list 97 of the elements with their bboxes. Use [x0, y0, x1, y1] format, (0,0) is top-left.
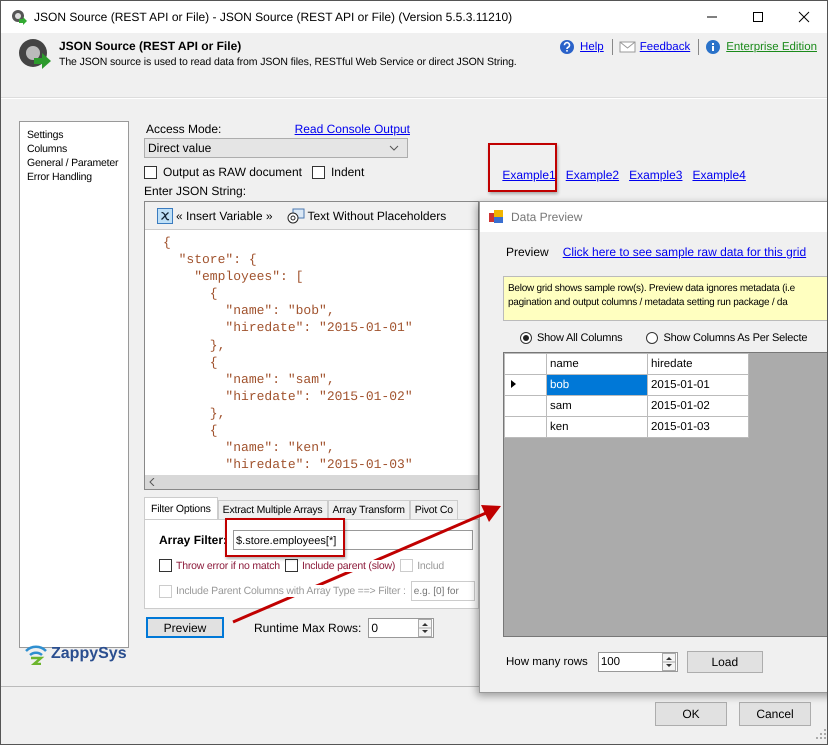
json-editor[interactable] [144, 201, 479, 490]
scroll-left-icon [149, 478, 155, 486]
close-icon[interactable] [798, 11, 810, 23]
radio-button[interactable] [520, 332, 532, 344]
checkbox-label: Includ [417, 560, 444, 572]
link[interactable]: Feedback [640, 41, 690, 53]
logo-text: ZappySys [51, 645, 127, 663]
column-header[interactable]: name [546, 354, 648, 374]
row-header-cell[interactable] [504, 416, 546, 438]
load-button[interactable]: Load [686, 651, 763, 673]
radio-button[interactable] [646, 332, 658, 344]
max-rows-field[interactable]: 0 [368, 618, 434, 638]
sidebar-item[interactable]: Error Handling [27, 170, 128, 184]
variable-icon [157, 208, 173, 224]
raw-data-link[interactable]: Click here to see sample raw data for this grid [562, 245, 806, 259]
sidebar-item[interactable]: General / Parameter [27, 156, 128, 170]
table-cell: 2015-01-02 [648, 396, 748, 416]
placeholder-icon [286, 208, 304, 224]
dialog-title: Data Preview [511, 210, 582, 224]
how-many-rows-label: How many rows [506, 656, 588, 668]
code-line: }, [208, 404, 226, 422]
logo-mark-icon [24, 643, 48, 665]
table-cell: ken [546, 416, 648, 438]
row-header-cell[interactable] [504, 374, 546, 396]
example-link[interactable]: Example2 [566, 168, 620, 182]
horizontal-scrollbar[interactable] [145, 475, 478, 489]
runtime-max-rows-label: Runtime Max Rows: [254, 620, 362, 634]
sidebar-item[interactable]: Columns [27, 142, 128, 156]
code-line: { [208, 354, 219, 371]
spin-arrows-icon [418, 618, 432, 636]
resize-grip-icon [816, 729, 826, 739]
chevron-down-icon [389, 145, 399, 151]
code-line: "hiredate": "2015-01-01" [224, 319, 414, 337]
grid-icon [488, 209, 504, 225]
row-pointer-icon [511, 380, 516, 388]
maximize-icon[interactable] [752, 11, 764, 23]
checkbox-label: Indent [330, 165, 364, 179]
tab[interactable]: Filter Options [144, 497, 218, 519]
access-mode-dropdown[interactable]: Direct value [144, 138, 408, 158]
code-line: "name": "sam", [224, 370, 336, 388]
tab[interactable]: Array Transform [328, 500, 410, 519]
code-line: { [208, 285, 219, 302]
access-mode-label: Access Mode: [146, 122, 222, 136]
header-description: The JSON source is used to read data from JSON files, RESTful Web Service or direct JSON String. [59, 56, 518, 68]
radio-label: Show All Columns [537, 332, 622, 344]
array-filter-field[interactable]: $.store.employees[*] [233, 530, 474, 550]
code-line: "employees": [ [193, 268, 304, 286]
checkbox[interactable] [312, 166, 325, 178]
code-line: "store": { [178, 251, 258, 268]
toolbar-button[interactable]: « Insert Variable » [157, 208, 272, 224]
envelope-icon [618, 39, 636, 55]
tab[interactable]: Pivot Co [410, 500, 458, 519]
toolbar-button[interactable]: Text Without Placeholders [286, 208, 446, 224]
array-filter-label: Array Filter: [159, 533, 228, 547]
preview-label: Preview [506, 245, 549, 259]
code-line: { [208, 422, 219, 440]
link[interactable]: Enterprise Edition [726, 41, 817, 53]
notice-text: pagination and output columns / metadata setting run package / da [508, 296, 789, 310]
sidebar-item[interactable]: Settings [27, 128, 128, 142]
spin-arrows-icon [662, 653, 676, 671]
code-line: }, [208, 336, 226, 354]
checkbox[interactable] [144, 166, 157, 178]
example-link[interactable]: Example1 [502, 168, 556, 182]
code-line: "name": "ken", [224, 439, 336, 456]
code-line: "hiredate": "2015-01-02" [224, 388, 414, 405]
table-cell: 2015-01-01 [648, 374, 748, 396]
help-icon [559, 39, 576, 55]
dialog-button[interactable]: OK [655, 702, 727, 726]
table-cell: bob [546, 374, 648, 396]
link[interactable]: Help [580, 41, 604, 53]
notice-text: Below grid shows sample row(s). Preview data ignores metadata (i.e [508, 282, 796, 296]
window-title: JSON Source (REST API or File) - JSON Source (REST API or File) (Version 5.5.3.11210) [34, 10, 514, 24]
info-icon [705, 39, 722, 55]
checkbox-label: Include Parent Columns with Array Type ==> Filter : [176, 585, 406, 597]
table-cell: 2015-01-03 [648, 416, 748, 438]
read-console-link[interactable]: Read Console Output [294, 122, 410, 136]
checkbox[interactable] [284, 559, 298, 572]
app-icon [11, 9, 27, 25]
rows-field[interactable]: 100 [598, 652, 678, 672]
column-header[interactable]: hiredate [648, 354, 748, 374]
tab[interactable]: Extract Multiple Arrays [218, 500, 328, 519]
checkbox-label: Throw error if no match [176, 560, 280, 572]
row-header-cell[interactable] [504, 396, 546, 416]
checkbox-label: Include parent (slow) [302, 560, 396, 572]
enter-json-label: Enter JSON String: [144, 184, 248, 198]
code-line: "name": "bob", [224, 302, 336, 320]
radio-label: Show Columns As Per Selecte [663, 332, 808, 344]
header-title: JSON Source (REST API or File) [59, 39, 242, 53]
checkbox[interactable] [159, 559, 172, 572]
table-cell: sam [546, 396, 648, 416]
checkbox-label: Output as RAW document [163, 165, 302, 179]
code-line: "hiredate": "2015-01-03" [224, 456, 414, 474]
preview-button[interactable]: Preview [146, 617, 224, 638]
example-link[interactable]: Example3 [629, 168, 682, 182]
dialog-button[interactable]: Cancel [739, 702, 811, 726]
example-link[interactable]: Example4 [692, 168, 746, 182]
code-line: { [163, 234, 172, 252]
